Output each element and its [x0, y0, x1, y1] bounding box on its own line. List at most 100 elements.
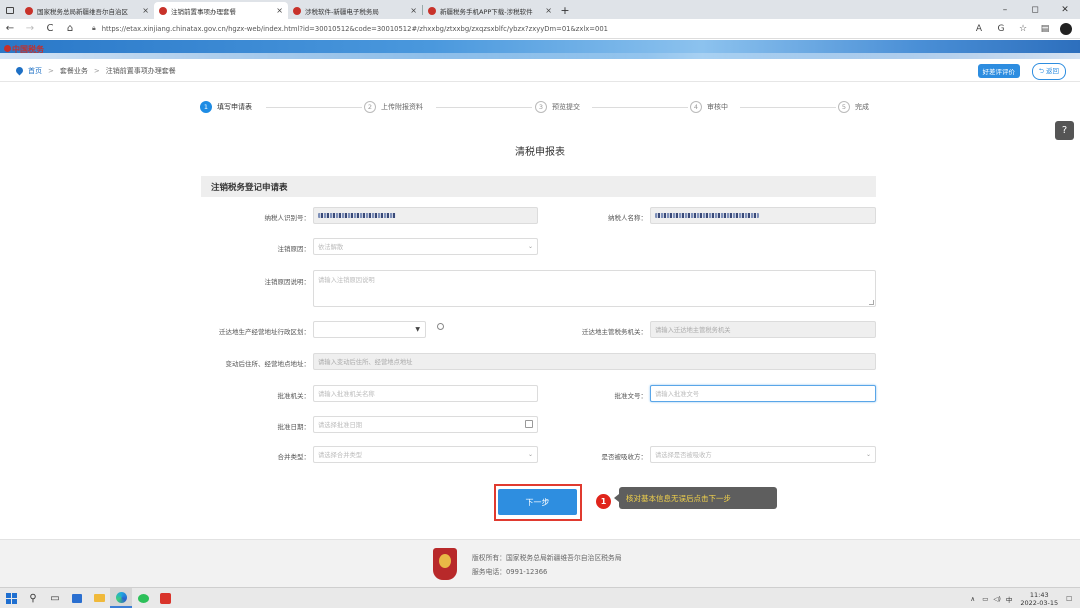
profile-avatar[interactable] — [1060, 22, 1072, 35]
windows-logo-icon — [5, 592, 17, 604]
system-clock[interactable]: 11:43 2022-03-15 — [1020, 591, 1058, 607]
system-tray: ∧ ▭ ◁) 中 11:43 2022-03-15 ☐ — [970, 588, 1072, 608]
window-menu-icon[interactable] — [0, 2, 20, 19]
browser-tab-2[interactable]: 注销前置事项办理套餐 × — [154, 2, 288, 19]
next-step-button[interactable]: 下一步 — [498, 489, 577, 515]
volume-icon[interactable]: ◁) — [993, 595, 1001, 603]
reason-value: 依法解散 — [318, 244, 344, 251]
url-field[interactable]: 🔒︎ https://etax.xinjiang.chinatax.gov.cn… — [86, 21, 962, 36]
breadcrumb-separator: > — [93, 66, 100, 75]
merge-type-placeholder: 请选择合并类型 — [318, 452, 363, 459]
new-tab-button[interactable]: + — [557, 2, 573, 19]
wechat-icon[interactable] — [132, 588, 154, 608]
tab-close-icon[interactable]: × — [410, 6, 417, 15]
site-banner: 中国税务 — [0, 40, 1080, 59]
progress-steps: 1 填写申请表 2 上传附报资料 3 预览提交 4 审核中 5 完成 — [200, 101, 880, 115]
tax-emblem-icon — [4, 45, 11, 52]
edge-browser-icon[interactable] — [110, 588, 132, 608]
approval-date-placeholder: 请选择批准日期 — [318, 422, 363, 429]
breadcrumb-item-package[interactable]: 套餐业务 — [60, 66, 88, 76]
maximize-button[interactable]: ◻ — [1020, 0, 1050, 19]
network-icon[interactable]: ▭ — [982, 595, 988, 603]
step-label: 审核中 — [707, 103, 728, 111]
help-icon[interactable]: ? — [1055, 121, 1074, 140]
page-title: 清税申报表 — [515, 147, 565, 158]
reason-select[interactable]: 依法解散 ⌄ — [313, 238, 538, 255]
absorbing-party-select[interactable]: 请选择是否被吸收方 ⌄ — [650, 446, 876, 463]
browser-tabstrip: 国家税务总局新疆维吾尔自治区 × 注销前置事项办理套餐 × 涉税软件-新疆电子税… — [0, 0, 1080, 19]
approval-doc-placeholder: 请输入批准文号 — [655, 391, 700, 398]
back-button[interactable]: ⮌ 返回 — [1031, 63, 1066, 80]
search-icon[interactable]: ⚲ — [22, 588, 44, 608]
tax-favicon-icon — [293, 6, 301, 15]
tax-favicon-icon — [428, 6, 436, 15]
task-view-icon[interactable]: ▭ — [44, 588, 66, 608]
wps-icon[interactable] — [154, 588, 176, 608]
favorites-icon[interactable]: ☆ — [1012, 24, 1034, 34]
reason-desc-textarea[interactable]: 请输入注销原因说明 — [313, 270, 876, 307]
tab-label: 涉税软件-新疆电子税务局 — [305, 7, 379, 16]
step-label: 填写申请表 — [217, 103, 252, 111]
new-address-placeholder: 请输入变动后住所、经营地点地址 — [318, 359, 413, 366]
reason-desc-label: 注销原因说明： — [264, 278, 311, 286]
step-number: 2 — [364, 101, 376, 113]
chevron-down-icon: ⌄ — [527, 243, 533, 250]
move-tax-office-placeholder: 请输入迁达地主管税务机关 — [655, 327, 731, 334]
refresh-button[interactable]: C — [40, 19, 60, 39]
clock-date: 2022-03-15 — [1020, 598, 1059, 607]
collections-icon[interactable]: ▤ — [1034, 24, 1056, 34]
rating-button[interactable]: 好差评评价 — [977, 64, 1020, 78]
browser-toolbar: A G ☆ ▤ — [968, 22, 1080, 35]
taxpayer-id-field — [313, 207, 538, 224]
step-connector — [592, 107, 688, 108]
browser-tab-1[interactable]: 国家税务总局新疆维吾尔自治区 × — [20, 2, 154, 19]
minimize-button[interactable]: – — [990, 0, 1020, 19]
move-region-select[interactable]: ▼ — [313, 321, 426, 338]
url-text: https://etax.xinjiang.chinatax.gov.cn/hg… — [101, 24, 608, 33]
approval-org-input[interactable]: 请输入批准机关名称 — [313, 385, 538, 402]
calendar-icon[interactable] — [525, 420, 533, 428]
approval-org-label: 批准机关： — [277, 392, 311, 400]
breadcrumb-home[interactable]: 首页 — [28, 66, 42, 76]
approval-date-picker[interactable]: 请选择批准日期 — [313, 416, 538, 433]
taxpayer-id-label: 纳税人识别号： — [264, 214, 311, 222]
move-tax-office-label: 迁达地主管税务机关： — [582, 328, 647, 336]
section-header: 注销税务登记申请表 — [201, 176, 876, 197]
tab-label: 注销前置事项办理套餐 — [171, 7, 236, 16]
forward-nav-button[interactable]: → — [20, 19, 40, 39]
merge-type-label: 合并类型： — [277, 453, 311, 461]
resize-handle-icon[interactable] — [869, 300, 874, 305]
redacted-value — [318, 213, 396, 218]
tab-close-icon[interactable]: × — [276, 6, 283, 15]
home-button[interactable]: ⌂ — [60, 19, 80, 39]
footer-copyright: 版权所有：国家税务总局新疆维吾尔自治区税务局 — [472, 554, 622, 562]
browser-tab-4[interactable]: 新疆税务手机APP下载-涉税软件 × — [423, 2, 557, 19]
translate-icon[interactable]: G — [990, 24, 1012, 34]
step-connector — [740, 107, 836, 108]
notification-icon[interactable]: ☐ — [1066, 595, 1072, 603]
chevron-up-icon[interactable]: ∧ — [970, 595, 975, 603]
widgets-icon[interactable] — [66, 588, 88, 608]
tab-close-icon[interactable]: × — [545, 6, 552, 15]
breadcrumb: 首页 > 套餐业务 > 注销前置事项办理套餐 好差评评价 ⮌ 返回 — [0, 60, 1080, 82]
close-window-button[interactable]: ✕ — [1050, 0, 1080, 19]
browser-tab-3[interactable]: 涉税软件-新疆电子税务局 × — [288, 2, 422, 19]
tax-emblem-icon — [433, 548, 457, 580]
annotation-callout: 核对基本信息无误后点击下一步 — [614, 487, 777, 509]
step-number: 5 — [838, 101, 850, 113]
new-address-field: 请输入变动后住所、经营地点地址 — [313, 353, 876, 370]
annotation-number-badge: 1 — [596, 494, 611, 509]
step-4: 4 审核中 — [690, 101, 728, 113]
tab-label: 国家税务总局新疆维吾尔自治区 — [37, 7, 128, 16]
approval-doc-input[interactable]: 请输入批准文号 — [650, 385, 876, 402]
tax-favicon-icon — [159, 6, 167, 15]
clock-icon — [437, 323, 444, 330]
back-nav-button[interactable]: ← — [0, 19, 20, 39]
absorbing-party-label: 是否被吸收方： — [601, 453, 648, 461]
tab-close-icon[interactable]: × — [142, 6, 149, 15]
ime-indicator[interactable]: 中 — [1006, 594, 1013, 604]
read-aloud-icon[interactable]: A — [968, 24, 990, 34]
start-button[interactable] — [0, 588, 22, 608]
merge-type-select[interactable]: 请选择合并类型 ⌄ — [313, 446, 538, 463]
file-explorer-icon[interactable] — [88, 588, 110, 608]
